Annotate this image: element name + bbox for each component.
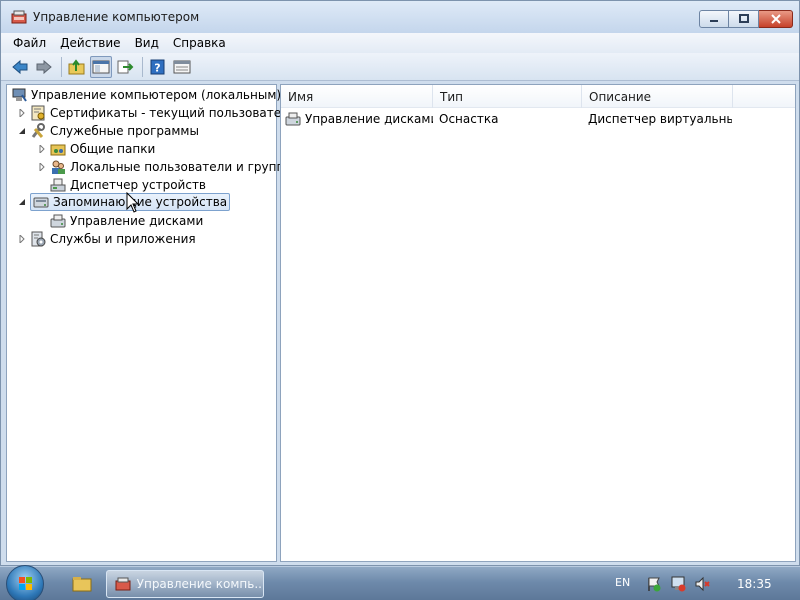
expand-arrow-icon[interactable] (17, 108, 27, 118)
tree-label: Служебные программы (50, 124, 199, 138)
back-button[interactable] (9, 56, 31, 78)
mouse-cursor-icon (126, 192, 140, 213)
start-button[interactable] (6, 565, 44, 600)
help-icon: ? (150, 59, 165, 74)
tree-label: Общие папки (70, 142, 156, 156)
back-icon (12, 59, 28, 74)
tree-item-shared-folders[interactable]: Общие папки (37, 140, 155, 158)
properties-button[interactable] (171, 56, 193, 78)
main-window: Управление компьютером Файл Действие Вид… (0, 0, 800, 566)
tree-label: Управление компьютером (локальным) (31, 88, 282, 102)
services-icon (30, 231, 46, 247)
menu-help[interactable]: Справка (173, 36, 226, 50)
windows-logo-icon (19, 577, 32, 590)
help-button[interactable]: ? (147, 56, 169, 78)
explorer-pinned-button[interactable] (64, 571, 100, 597)
tree-item-services[interactable]: Службы и приложения (17, 230, 196, 248)
tree-item-system-tools[interactable]: Служебные программы (17, 122, 199, 140)
list-item[interactable]: Управление дисками... Оснастка Диспетчер… (281, 109, 795, 129)
tree-item-local-users[interactable]: Локальные пользователи и группы (37, 158, 294, 176)
minimize-button[interactable] (699, 10, 729, 28)
network-icon[interactable] (670, 576, 686, 592)
tree-label: Службы и приложения (50, 232, 196, 246)
up-folder-icon (68, 58, 85, 74)
maximize-icon (738, 14, 749, 23)
column-header-type[interactable]: Тип (433, 85, 582, 108)
shared-folder-icon (50, 141, 66, 157)
disk-management-icon (285, 111, 301, 127)
minimize-icon (710, 20, 718, 22)
up-button[interactable] (66, 56, 88, 78)
tree-label: Управление дисками (70, 214, 204, 228)
taskbar-window-button[interactable]: Управление компь... (106, 570, 264, 598)
close-icon (770, 14, 781, 24)
cell-type: Оснастка (439, 112, 499, 126)
tree-label: Локальные пользователи и группы (70, 160, 294, 174)
users-icon (50, 159, 66, 175)
cell-description: Диспетчер виртуальны... (588, 112, 732, 126)
forward-icon (36, 59, 52, 74)
svg-text:?: ? (154, 61, 160, 74)
collapse-arrow-icon[interactable] (17, 126, 27, 136)
window-title: Управление компьютером (33, 10, 200, 24)
console-tree[interactable]: Управление компьютером (локальным) Серти… (6, 84, 296, 562)
details-pane[interactable]: Имя Тип Описание Управление дисками... О… (280, 84, 796, 562)
menu-action[interactable]: Действие (60, 36, 120, 50)
forward-button[interactable] (33, 56, 55, 78)
disk-management-icon (50, 213, 66, 229)
export-list-button[interactable] (114, 56, 136, 78)
taskbar-window-label: Управление компь... (136, 577, 263, 591)
menu-view[interactable]: Вид (135, 36, 159, 50)
expand-arrow-icon[interactable] (37, 144, 47, 154)
show-hide-tree-icon (92, 60, 110, 73)
tree-item-root[interactable]: Управление компьютером (локальным) (11, 86, 281, 104)
volume-muted-icon[interactable] (694, 576, 710, 592)
tools-icon (30, 123, 46, 139)
toolbar: ? (1, 53, 799, 81)
language-indicator[interactable]: EN (615, 576, 630, 589)
computer-icon (11, 87, 27, 103)
close-button[interactable] (759, 10, 793, 28)
column-header-description[interactable]: Описание (582, 85, 733, 108)
tree-item-storage[interactable]: Запоминающие устройства (17, 193, 231, 211)
device-manager-icon (50, 177, 66, 193)
action-center-flag-icon[interactable] (646, 576, 662, 592)
cell-name: Управление дисками... (281, 109, 433, 129)
folder-icon (72, 577, 92, 592)
certificate-icon (30, 105, 46, 121)
tree-label: Запоминающие устройства (53, 195, 228, 209)
list-header: Имя Тип Описание (281, 85, 795, 108)
menu-file[interactable]: Файл (13, 36, 46, 50)
expand-arrow-icon[interactable] (17, 234, 27, 244)
toolbar-separator (61, 56, 62, 77)
cell-name-text: Управление дисками... (305, 112, 433, 126)
properties-icon (173, 60, 191, 73)
storage-icon (33, 194, 49, 210)
column-header-name[interactable]: Имя (281, 85, 433, 108)
computer-management-icon (11, 9, 27, 25)
tree-label: Сертификаты - текущий пользователь (50, 106, 296, 120)
toolbar-separator (142, 56, 143, 77)
taskbar: Управление компь... EN 18:35 (0, 565, 800, 600)
clock[interactable]: 18:35 (737, 577, 772, 591)
export-list-icon (117, 60, 134, 73)
maximize-button[interactable] (729, 10, 759, 28)
title-bar: Управление компьютером (1, 1, 799, 33)
tree-item-certificates[interactable]: Сертификаты - текущий пользователь (17, 104, 296, 122)
expand-arrow-icon[interactable] (37, 162, 47, 172)
collapse-arrow-icon[interactable] (17, 197, 27, 207)
show-hide-tree-button[interactable] (90, 55, 112, 78)
tree-label: Диспетчер устройств (70, 178, 207, 192)
computer-management-icon (115, 577, 131, 591)
menu-bar: Файл Действие Вид Справка (1, 33, 799, 53)
tree-item-disk-management[interactable]: Управление дисками (50, 212, 203, 230)
window-controls (699, 10, 793, 28)
